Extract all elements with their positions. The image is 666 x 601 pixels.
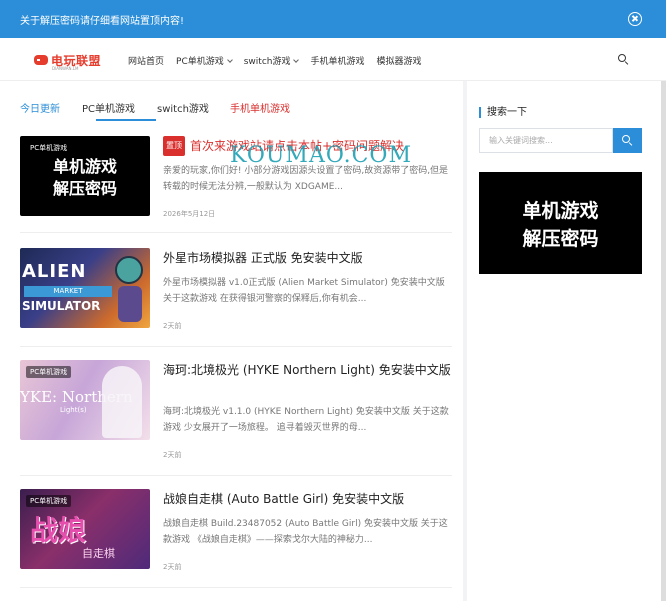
article-date: 2天前: [163, 563, 182, 571]
article-excerpt: 战娘自走棋 Build.23487052 (Auto Battle Girl) …: [163, 519, 448, 545]
article-title[interactable]: 海珂:北境极光 (HYKE Northern Light) 免安装中文版: [163, 360, 452, 380]
main-nav: 网站首页 PC单机游戏 switch游戏 手机单机游戏 模拟器游戏: [128, 54, 434, 67]
article-thumbnail[interactable]: PC单机游戏 YKE: Northern Light(s): [20, 360, 150, 440]
notice-text: 关于解压密码请仔细看网站置顶内容!: [20, 16, 185, 27]
search-input[interactable]: 输入关键词搜索...: [479, 128, 613, 153]
article-excerpt: 外星市场模拟器 v1.0正式版 (Alien Market Simulator)…: [163, 278, 445, 304]
sidebar-search-title: 搜索一下: [479, 107, 527, 118]
alien-figure: [115, 256, 143, 284]
search-icon[interactable]: [618, 54, 629, 65]
nav-emulator-games-label: 模拟器游戏: [376, 57, 422, 67]
nav-switch-games-label: switch游戏: [243, 57, 291, 67]
thumbnail-text-line-2: Light(s): [60, 406, 87, 414]
nav-mobile-games[interactable]: 手机单机游戏: [310, 54, 364, 67]
category-tag[interactable]: PC单机游戏: [26, 495, 72, 507]
thumbnail-text-line-2: MARKET: [24, 286, 112, 297]
article-date: 2天前: [163, 451, 182, 459]
site-logo[interactable]: 电玩联盟 DIANWAN.LM: [34, 51, 101, 71]
tab-today[interactable]: 今日更新: [20, 100, 60, 115]
article-thumbnail[interactable]: PC单机游戏 战娘 自走棋: [20, 489, 150, 569]
nav-home[interactable]: 网站首页: [128, 54, 164, 67]
nav-pc-games[interactable]: PC单机游戏: [176, 54, 233, 67]
list-item[interactable]: PC单机游戏 YKE: Northern Light(s) 海珂:北境极光 (H…: [20, 360, 452, 460]
gamepad-icon: [34, 55, 48, 65]
tab-pc-games[interactable]: PC单机游戏: [82, 100, 135, 115]
thumbnail-text-line-2: 自走棋: [82, 547, 115, 560]
notice-bar: 关于解压密码请仔细看网站置顶内容!: [0, 0, 666, 38]
pinned-badge: 置顶: [163, 136, 185, 156]
site-header: 电玩联盟 DIANWAN.LM 网站首页 PC单机游戏 switch游戏 手机单…: [0, 38, 666, 81]
logo-subtext: DIANWAN.LM: [52, 66, 79, 71]
thumbnail-text-line-3: SIMULATOR: [22, 299, 101, 313]
article-thumbnail[interactable]: ALIEN MARKET SIMULATOR: [20, 248, 150, 328]
nav-home-label: 网站首页: [128, 57, 165, 67]
category-tabs: 今日更新 PC单机游戏 switch游戏 手机单机游戏: [20, 81, 450, 121]
divider: [20, 346, 452, 347]
thumbnail-text-line-1: 单机游戏: [52, 157, 117, 176]
list-item[interactable]: PC单机游戏 战娘 自走棋 战娘自走棋 (Auto Battle Girl) 免…: [20, 489, 452, 575]
nav-mobile-games-label: 手机单机游戏: [310, 57, 365, 67]
list-item[interactable]: ALIEN MARKET SIMULATOR 外星市场模拟器 正式版 免安装中文…: [20, 248, 452, 334]
character-figure: [102, 366, 142, 438]
alien-body: [118, 286, 142, 322]
scrollbar[interactable]: [661, 81, 666, 601]
thumbnail-text-line-2: 解压密码: [52, 179, 117, 198]
thumbnail-text-line-1: 战娘: [30, 514, 87, 547]
divider: [20, 475, 452, 476]
chevron-down-icon: [293, 57, 300, 63]
banner-text-line-1: 单机游戏: [522, 200, 599, 222]
article-excerpt: 海珂:北境极光 v1.1.0 (HYKE Northern Light) 免安装…: [163, 407, 449, 433]
banner-text-line-2: 解压密码: [522, 228, 599, 250]
article-thumbnail[interactable]: PC单机游戏 单机游戏 解压密码: [20, 136, 150, 216]
chevron-down-icon: [226, 57, 233, 63]
watermark-text: KOUMAO.COM: [230, 143, 412, 168]
tab-mobile-games[interactable]: 手机单机游戏: [230, 100, 290, 115]
tab-switch-games[interactable]: switch游戏: [157, 100, 209, 115]
thumbnail-text-line-1: ALIEN: [22, 261, 87, 282]
article-title[interactable]: 战娘自走棋 (Auto Battle Girl) 免安装中文版: [163, 489, 452, 509]
sidebar: 搜索一下 输入关键词搜索... 单机游戏 解压密码: [467, 81, 666, 601]
nav-emulator-games[interactable]: 模拟器游戏: [376, 54, 421, 67]
active-tab-indicator: [96, 119, 156, 121]
article-date: 2天前: [163, 322, 182, 330]
article-date: 2026年5月12日: [163, 210, 216, 218]
password-banner[interactable]: 单机游戏 解压密码: [479, 172, 642, 274]
nav-switch-games[interactable]: switch游戏: [243, 54, 300, 67]
article-title[interactable]: 外星市场模拟器 正式版 免安装中文版: [163, 248, 452, 268]
divider: [20, 587, 452, 588]
search-button[interactable]: [613, 128, 642, 153]
close-icon[interactable]: [628, 12, 642, 26]
nav-pc-games-label: PC单机游戏: [176, 57, 224, 67]
category-tag[interactable]: PC单机游戏: [26, 366, 72, 378]
category-tag[interactable]: PC单机游戏: [26, 142, 72, 154]
divider: [20, 232, 452, 233]
